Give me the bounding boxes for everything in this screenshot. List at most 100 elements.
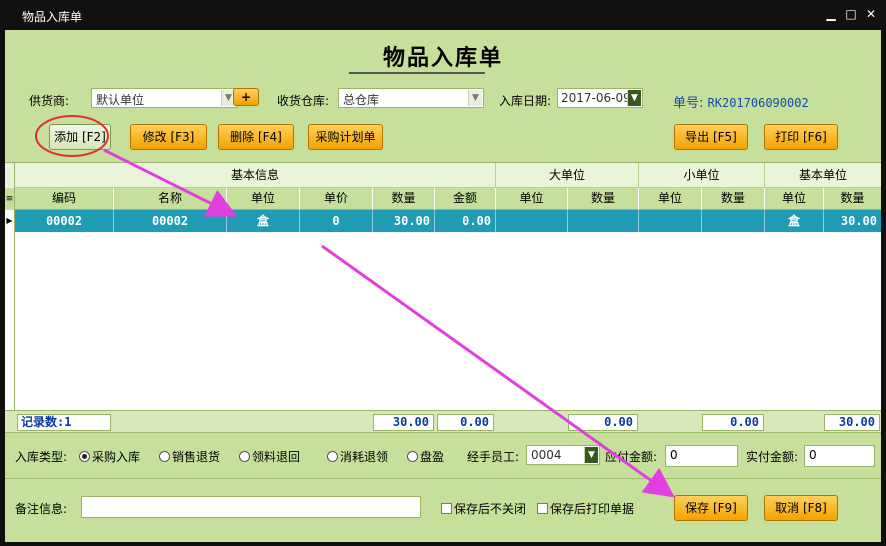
radio-consume-return[interactable]: 消耗退领 — [327, 448, 388, 465]
col-big-qty[interactable]: 数量 — [568, 188, 639, 210]
warehouse-value: 总仓库 — [343, 93, 380, 107]
warehouse-label: 收货仓库: — [277, 94, 330, 108]
group-base-unit: 基本单位 — [765, 163, 881, 188]
supplier-select[interactable]: 默认单位 ▼ — [91, 88, 237, 108]
maximize-icon[interactable]: □ — [844, 7, 858, 21]
checkbox-label: 保存后不关闭 — [454, 502, 527, 516]
col-small-qty[interactable]: 数量 — [702, 188, 765, 210]
cancel-button[interactable]: 取消 [F8] — [764, 495, 838, 521]
col-base-qty[interactable]: 数量 — [824, 188, 881, 210]
checkbox-label: 保存后打印单据 — [550, 502, 635, 516]
col-code[interactable]: 编码 — [15, 188, 114, 210]
cell-small-unit[interactable] — [639, 210, 702, 232]
col-unit[interactable]: 单位 — [227, 188, 300, 210]
supplier-value: 默认单位 — [96, 93, 145, 107]
edit-button[interactable]: 修改 [F3] — [130, 124, 207, 150]
cell-base-qty[interactable]: 30.00 — [824, 210, 881, 232]
title-bar: 物品入库单 ▁ □ ✕ — [0, 0, 886, 30]
total-amount: 0.00 — [437, 414, 494, 431]
row-gutter — [5, 232, 15, 433]
cell-qty[interactable]: 30.00 — [373, 210, 435, 232]
handler-select[interactable]: 0004 ▼ — [526, 445, 600, 465]
cell-amount[interactable]: 0.00 — [435, 210, 496, 232]
type-label: 入库类型: — [15, 450, 68, 464]
col-amount[interactable]: 金额 — [435, 188, 496, 210]
close-icon[interactable]: ✕ — [864, 7, 878, 21]
total-big-qty: 0.00 — [568, 414, 638, 431]
handler-label: 经手员工: — [467, 450, 520, 464]
radio-icon[interactable] — [407, 451, 418, 462]
paid-input[interactable]: 0 — [804, 445, 875, 467]
divider — [5, 478, 881, 479]
col-qty[interactable]: 数量 — [373, 188, 435, 210]
group-small-unit: 小单位 — [639, 163, 765, 188]
remark-input[interactable] — [81, 496, 421, 518]
radio-purchase-in[interactable]: 采购入库 — [79, 448, 140, 465]
col-base-unit[interactable]: 单位 — [765, 188, 824, 210]
payable-label: 应付金额: — [605, 450, 658, 464]
col-big-unit[interactable]: 单位 — [496, 188, 568, 210]
grid-corner — [5, 163, 15, 188]
record-count: 记录数:1 — [17, 414, 111, 431]
add-supplier-button[interactable]: + — [233, 88, 259, 106]
group-big-unit: 大单位 — [496, 163, 639, 188]
title-underline — [349, 72, 485, 74]
order-number: 单号: RK201706090002 — [673, 92, 809, 111]
cell-big-unit[interactable] — [496, 210, 568, 232]
purchase-plan-button[interactable]: 采购计划单 — [308, 124, 383, 150]
total-small-qty: 0.00 — [702, 414, 764, 431]
payable-input[interactable]: 0 — [665, 445, 738, 467]
dropdown-arrow-icon[interactable]: ▼ — [584, 447, 598, 463]
dropdown-arrow-icon[interactable]: ▼ — [468, 90, 482, 106]
date-picker[interactable]: 2017-06-09 ▼ — [557, 88, 643, 108]
cell-unit[interactable]: 盒 — [227, 210, 300, 232]
order-number-value: RK201706090002 — [707, 96, 809, 110]
radio-label: 采购入库 — [92, 450, 141, 464]
supplier-label: 供货商: — [29, 94, 70, 108]
remark-label: 备注信息: — [15, 502, 68, 516]
checkbox-icon[interactable] — [537, 503, 548, 514]
keep-open-checkbox[interactable]: 保存后不关闭 — [441, 500, 526, 517]
cell-base-unit[interactable]: 盒 — [765, 210, 824, 232]
export-button[interactable]: 导出 [F5] — [674, 124, 748, 150]
add-button[interactable]: 添加 [F2] — [49, 124, 111, 150]
handler-value: 0004 — [531, 448, 562, 462]
form-body: 物品入库单 供货商: 默认单位 ▼ + 收货仓库: 总仓库 ▼ 入库日期: 20… — [5, 30, 881, 542]
cell-name[interactable]: 00002 — [114, 210, 227, 232]
warehouse-select[interactable]: 总仓库 ▼ — [338, 88, 484, 108]
cell-price[interactable]: 0 — [300, 210, 373, 232]
row-pointer-icon[interactable]: ▶ — [5, 210, 15, 232]
window: 物品入库单 ▁ □ ✕ 物品入库单 供货商: 默认单位 ▼ + 收货仓库: 总仓… — [0, 0, 886, 546]
radio-icon[interactable] — [327, 451, 338, 462]
items-grid[interactable]: 基本信息 大单位 小单位 基本单位 ≡ 编码 名称 单位 单价 数量 金额 单位… — [5, 162, 881, 433]
radio-icon[interactable] — [79, 451, 90, 462]
window-title: 物品入库单 — [22, 10, 83, 24]
radio-label: 盘盈 — [420, 450, 445, 464]
row-selector-header-icon[interactable]: ≡ — [5, 188, 15, 210]
page-title: 物品入库单 — [382, 45, 503, 71]
col-name[interactable]: 名称 — [114, 188, 227, 210]
paid-label: 实付金额: — [746, 450, 799, 464]
print-after-save-checkbox[interactable]: 保存后打印单据 — [537, 500, 634, 517]
checkbox-icon[interactable] — [441, 503, 452, 514]
cell-big-qty[interactable] — [568, 210, 639, 232]
radio-icon[interactable] — [239, 451, 250, 462]
save-button[interactable]: 保存 [F9] — [674, 495, 748, 521]
radio-icon[interactable] — [159, 451, 170, 462]
print-button[interactable]: 打印 [F6] — [764, 124, 838, 150]
cell-code[interactable]: 00002 — [15, 210, 114, 232]
radio-label: 销售退货 — [172, 450, 221, 464]
col-price[interactable]: 单价 — [300, 188, 373, 210]
grid-footer: 记录数:1 30.00 0.00 0.00 0.00 30.00 — [5, 410, 881, 432]
radio-sales-return[interactable]: 销售退货 — [159, 448, 220, 465]
cell-small-qty[interactable] — [702, 210, 765, 232]
delete-button[interactable]: 删除 [F4] — [218, 124, 294, 150]
divider — [5, 432, 881, 433]
radio-material-return[interactable]: 领料退回 — [239, 448, 300, 465]
dropdown-arrow-icon[interactable]: ▼ — [627, 90, 641, 106]
col-small-unit[interactable]: 单位 — [639, 188, 702, 210]
date-value: 2017-06-09 — [561, 91, 631, 105]
radio-inventory-gain[interactable]: 盘盈 — [407, 448, 444, 465]
minimize-icon[interactable]: ▁ — [824, 7, 838, 21]
radio-label: 消耗退领 — [340, 450, 389, 464]
